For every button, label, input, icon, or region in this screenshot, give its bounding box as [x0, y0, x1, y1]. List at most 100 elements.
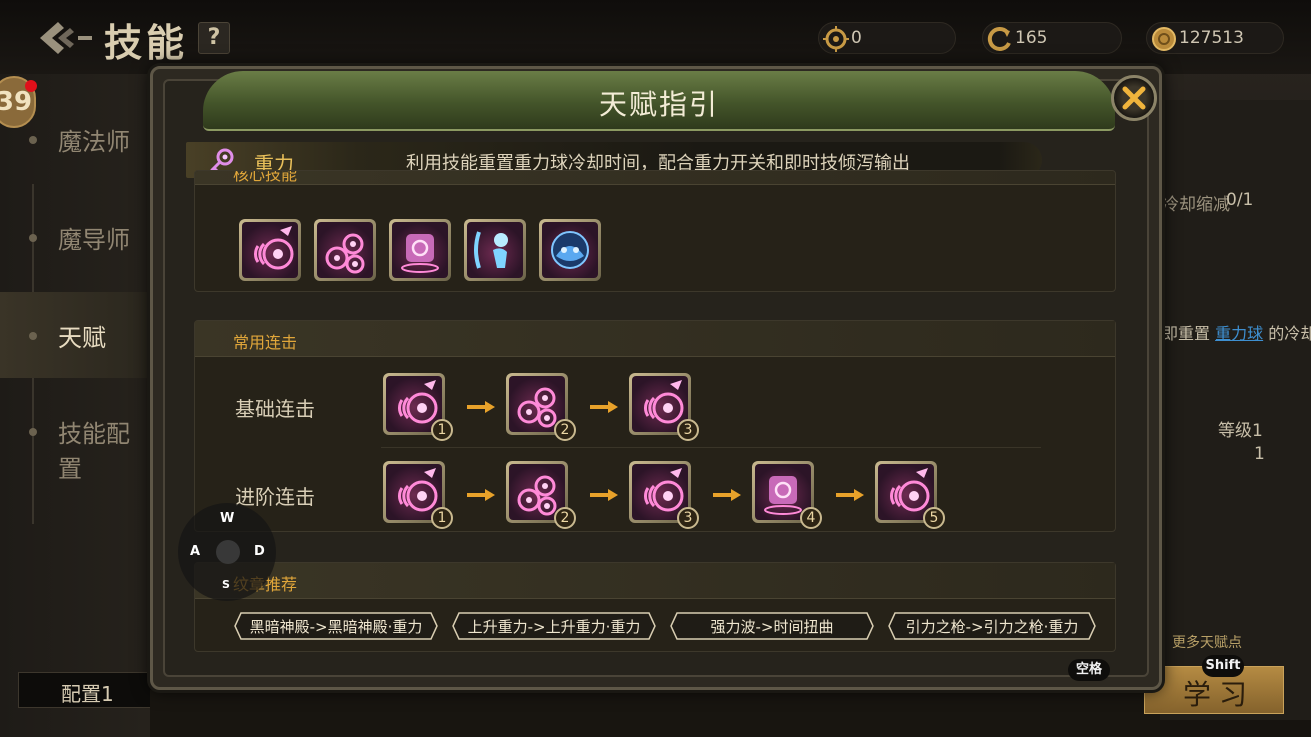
help-button[interactable]: ? [198, 22, 230, 54]
time-warp-icon [474, 231, 508, 269]
combo-arrow-icon [467, 486, 497, 501]
more-talent-points[interactable]: 更多天赋点 [1172, 632, 1242, 652]
back-arrow-icon [40, 22, 92, 54]
skill-slot[interactable]: 4 [752, 461, 822, 529]
cooldown-value: 0/1 [1226, 190, 1254, 210]
skill-slot[interactable] [239, 219, 301, 281]
sidebar-item-label: 魔导师 [58, 226, 130, 254]
talent-desc-suffix: 的冷却时 [1268, 324, 1311, 343]
sidebar-item-label: 魔法师 [58, 128, 130, 156]
space-key-hint: 空格 [1068, 659, 1110, 681]
close-icon [1122, 86, 1146, 110]
modal-header: 天赋指引 [203, 71, 1115, 131]
talent-desc-prefix: 即重置 [1162, 324, 1211, 343]
core-skills-header: 核心技能 [195, 170, 1115, 185]
dark-vortex-icon [551, 231, 589, 269]
sidebar-item-skill-config[interactable]: 技能配置 [0, 402, 150, 483]
skill-slot[interactable]: 3 [629, 373, 699, 441]
back-button[interactable] [36, 18, 96, 58]
page-title: 技能 [104, 21, 189, 65]
gravity-burst-icon [325, 233, 365, 274]
emblem-text: 上升重力->上升重力·重力 [467, 618, 641, 636]
close-button[interactable] [1111, 75, 1157, 121]
config-label: 配置1 [61, 682, 114, 706]
joystick-key-up: W [220, 511, 235, 526]
skill-face [392, 222, 448, 278]
sidebar-item-talent[interactable]: 天赋 [0, 292, 150, 378]
joystick-key-right: D [254, 544, 265, 559]
talent-desc: 即重置 重力球 的冷却时 [1162, 320, 1311, 344]
modal-title: 天赋指引 [598, 88, 719, 121]
core-skills-title: 核心技能 [233, 170, 298, 184]
currency-value: 0 [851, 28, 862, 48]
refresh-coin-icon [987, 26, 1011, 51]
skill-slot[interactable]: 2 [506, 461, 576, 529]
skill-face [542, 222, 598, 278]
skill-slot[interactable] [314, 219, 376, 281]
sidebar-dot [29, 428, 37, 436]
top-bar: 技能 ? 0 165 127513 [0, 0, 1311, 74]
combo-order-badge: 4 [800, 507, 822, 529]
combo-order-badge: 3 [677, 419, 699, 441]
sidebar: 魔法师 魔导师 天赋 技能配置 [0, 74, 150, 737]
skill-slot[interactable] [389, 219, 451, 281]
combo-divider [381, 447, 1041, 448]
combo-order-badge: 1 [431, 419, 453, 441]
emblem-header: 纹章推荐 [195, 563, 1115, 599]
gravity-ball-link[interactable]: 重力球 [1215, 324, 1263, 343]
gravity-ball-icon [253, 226, 294, 270]
combo-header: 常用连击 [195, 321, 1115, 357]
sidebar-item-archmage[interactable]: 魔导师 [0, 208, 150, 268]
skill-slot[interactable]: 3 [629, 461, 699, 529]
shift-key-hint: Shift [1202, 655, 1244, 677]
basic-combo-label: 基础连击 [235, 397, 315, 421]
combo-arrow-icon [590, 398, 620, 413]
combo-arrow-icon [467, 398, 497, 413]
emblem-section: 纹章推荐 黑暗神殿->黑暗神殿·重力 上升重力->上升重力·重力 强力波->时间… [194, 562, 1116, 652]
learn-label: 学习 [1183, 678, 1256, 711]
combo-arrow-icon [713, 486, 743, 501]
crosshair-coin-icon [823, 26, 849, 52]
combo-order-badge: 5 [923, 507, 945, 529]
advanced-combo-label: 进阶连击 [235, 485, 315, 509]
currency-gold: 127513 [1146, 22, 1284, 54]
currency-value: 165 [1015, 28, 1048, 48]
gold-coin-icon [1152, 27, 1176, 51]
emblem-text: 引力之枪->引力之枪·重力 [905, 618, 1079, 636]
skill-face [467, 222, 523, 278]
combo-order-badge: 3 [677, 507, 699, 529]
sidebar-dot [29, 234, 37, 242]
emblem-text: 强力波->时间扭曲 [710, 618, 834, 636]
skill-slot[interactable]: 1 [383, 373, 453, 441]
level-value: 1 [1254, 444, 1265, 464]
emblem-recommendation-4[interactable]: 引力之枪->引力之枪·重力 [887, 611, 1097, 641]
level-label: 等级1 [1218, 421, 1263, 441]
currency-crosshair: 0 [818, 22, 956, 54]
combo-arrow-icon [590, 486, 620, 501]
combo-title: 常用连击 [233, 333, 298, 352]
emblem-recommendation-3[interactable]: 强力波->时间扭曲 [669, 611, 875, 641]
joystick-key-left: A [190, 544, 201, 559]
skill-slot[interactable]: 5 [875, 461, 945, 529]
currency-value: 127513 [1179, 28, 1244, 48]
emblem-recommendation-1[interactable]: 黑暗神殿->黑暗神殿·重力 [233, 611, 439, 641]
emblem-text: 黑暗神殿->黑暗神殿·重力 [249, 618, 423, 636]
combo-order-badge: 2 [554, 507, 576, 529]
bottom-bar [150, 690, 1160, 737]
emblem-recommendation-2[interactable]: 上升重力->上升重力·重力 [451, 611, 657, 641]
skill-slot[interactable] [464, 219, 526, 281]
combo-section: 常用连击 基础连击 进阶连击 1 2 3 1 2 3 4 5 [194, 320, 1116, 532]
cooldown-label: 冷却缩减 [1162, 195, 1230, 215]
movement-joystick[interactable]: W A D S [178, 503, 276, 601]
skill-face [317, 222, 373, 278]
skill-slot[interactable] [539, 219, 601, 281]
currency-refresh: 165 [982, 22, 1122, 54]
joystick-knob[interactable] [216, 540, 240, 564]
skill-slot[interactable]: 2 [506, 373, 576, 441]
skill-slot[interactable]: 1 [383, 461, 453, 529]
notification-dot [25, 80, 37, 92]
skill-face [242, 222, 298, 278]
core-skills-section: 核心技能 [194, 170, 1116, 292]
sidebar-dot [29, 136, 37, 144]
combo-arrow-icon [836, 486, 866, 501]
